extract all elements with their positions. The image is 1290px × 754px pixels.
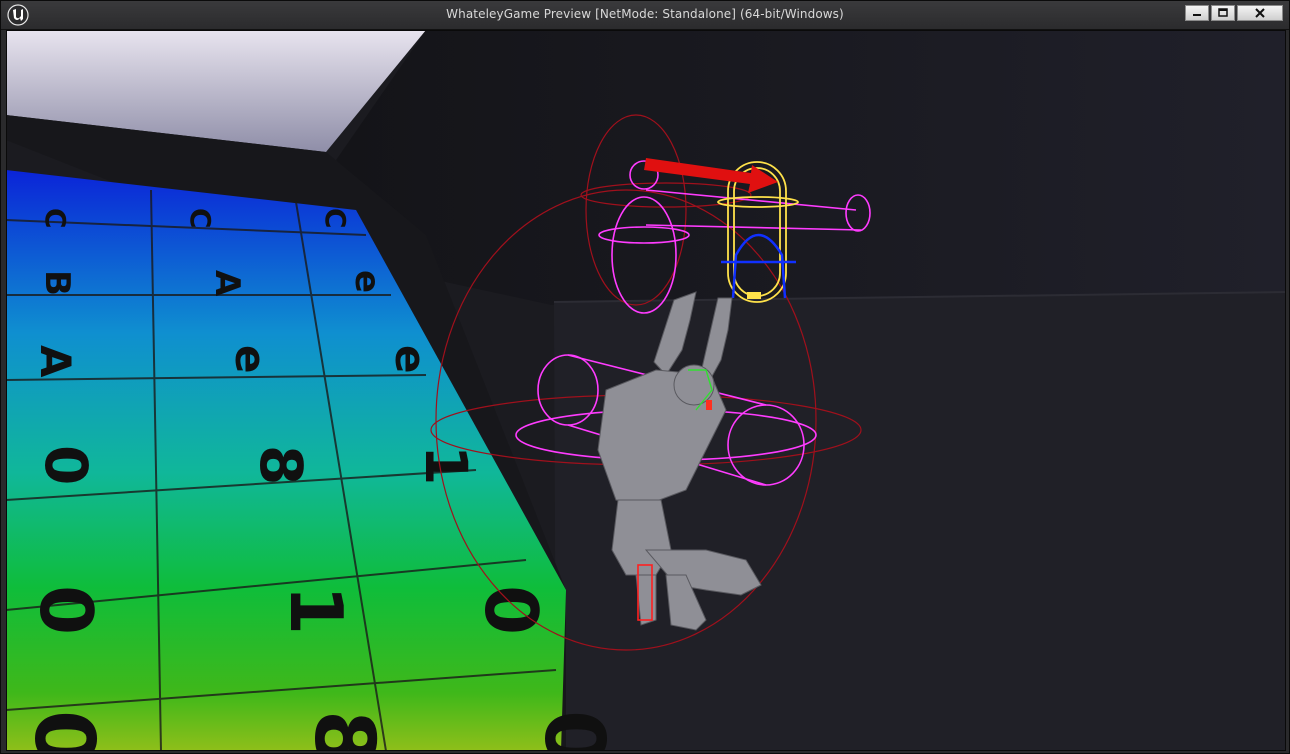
grid-label: 8 <box>247 445 315 485</box>
grid-label: e <box>226 345 275 374</box>
maximize-icon <box>1218 8 1228 17</box>
game-viewport[interactable]: C C C B Ae Ae e 0 8 1 0 1 0 0 8 0 <box>6 30 1286 751</box>
grid-label: 1 <box>412 445 480 485</box>
grid-label: e <box>386 345 435 374</box>
window-controls <box>1185 5 1283 21</box>
grid-label: 0 <box>16 710 111 751</box>
grid-label: 0 <box>526 710 621 751</box>
grid-label: A <box>207 270 247 297</box>
window-title: WhateleyGame Preview [NetMode: Standalon… <box>446 7 844 21</box>
grid-label: 1 <box>274 585 358 635</box>
grid-label: 0 <box>32 445 100 485</box>
close-icon <box>1255 8 1265 18</box>
grid-label: 8 <box>296 710 391 751</box>
grid-label: C <box>184 208 217 229</box>
close-button[interactable] <box>1237 5 1283 21</box>
minimize-button[interactable] <box>1185 5 1209 21</box>
grid-label: C <box>39 208 72 229</box>
grid-label: e <box>347 270 387 293</box>
grid-label: C <box>319 208 352 229</box>
grid-label: A <box>31 345 80 378</box>
grid-label: 0 <box>469 585 553 635</box>
title-bar[interactable]: WhateleyGame Preview [NetMode: Standalon… <box>1 1 1289 30</box>
grid-label: 0 <box>24 585 108 635</box>
minimize-icon <box>1193 14 1201 16</box>
upper-wall <box>336 30 1286 305</box>
game-preview-window: WhateleyGame Preview [NetMode: Standalon… <box>0 0 1290 754</box>
grid-label: B <box>37 270 77 296</box>
maximize-button[interactable] <box>1211 5 1235 21</box>
